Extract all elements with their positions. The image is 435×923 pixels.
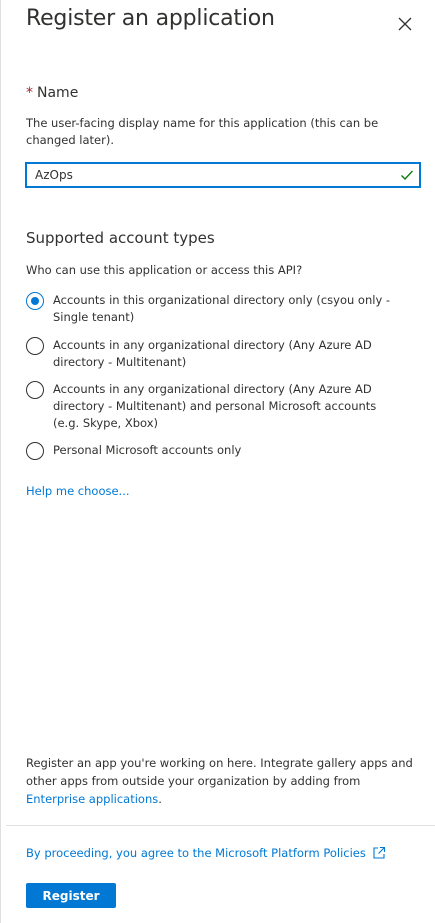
radio-button[interactable] xyxy=(26,442,44,460)
radio-option-multitenant-personal[interactable]: Accounts in any organizational directory… xyxy=(26,381,416,432)
account-types-title: Supported account types xyxy=(26,229,215,247)
register-app-panel: Register an application * Name The user-f… xyxy=(0,0,435,923)
name-description: The user-facing display name for this ap… xyxy=(26,116,379,147)
close-button[interactable] xyxy=(393,12,417,36)
footer-divider xyxy=(6,825,435,826)
radio-label: Personal Microsoft accounts only xyxy=(53,443,242,457)
radio-button[interactable] xyxy=(26,381,44,399)
radio-label: Accounts in this organizational director… xyxy=(53,293,391,324)
policy-row: By proceeding, you agree to the Microsof… xyxy=(26,846,386,860)
radio-option-single-tenant[interactable]: Accounts in this organizational director… xyxy=(26,292,416,326)
required-marker: * xyxy=(26,85,33,101)
footer-info: Register an app you're working on here. … xyxy=(26,754,416,808)
footer-info-suffix: . xyxy=(158,792,162,806)
account-types-question: Who can use this application or access t… xyxy=(26,263,303,277)
name-input[interactable] xyxy=(27,164,395,186)
page-title: Register an application xyxy=(26,6,275,31)
help-me-choose-link[interactable]: Help me choose... xyxy=(26,484,130,498)
name-input-wrapper xyxy=(25,162,421,188)
radio-option-multitenant[interactable]: Accounts in any organizational directory… xyxy=(26,337,416,371)
radio-label: Accounts in any organizational directory… xyxy=(53,338,372,369)
name-label: * Name xyxy=(26,85,78,101)
checkmark-icon xyxy=(401,170,414,181)
radio-option-personal-only[interactable]: Personal Microsoft accounts only xyxy=(26,442,416,460)
radio-button-checked[interactable] xyxy=(26,292,44,310)
platform-policies-link[interactable]: By proceeding, you agree to the Microsof… xyxy=(26,846,366,860)
radio-button[interactable] xyxy=(26,337,44,355)
footer-info-text: Register an app you're working on here. … xyxy=(26,756,413,788)
name-label-text: Name xyxy=(37,85,79,101)
close-icon xyxy=(398,17,412,31)
radio-label: Accounts in any organizational directory… xyxy=(53,382,377,430)
external-link-icon xyxy=(373,846,385,859)
enterprise-applications-link[interactable]: Enterprise applications xyxy=(26,792,158,806)
register-button[interactable]: Register xyxy=(26,883,116,908)
